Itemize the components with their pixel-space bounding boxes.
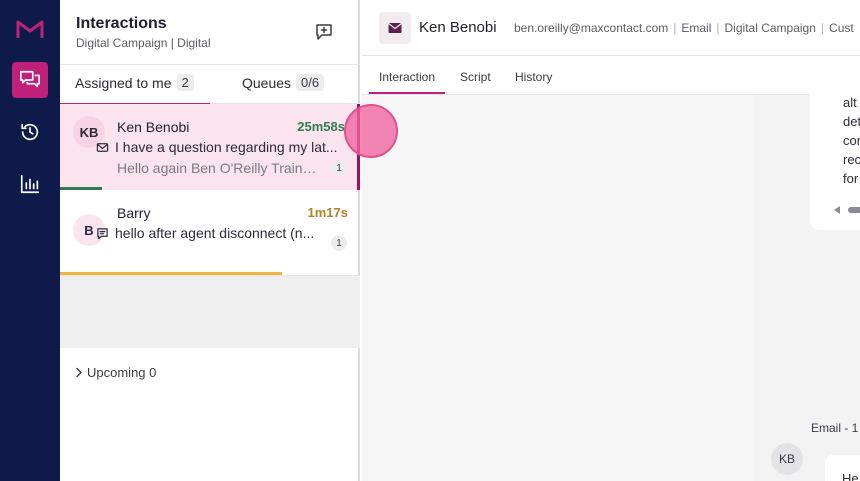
subject-line: hello after agent disconnect (n... [96,225,346,241]
interaction-item[interactable]: B Barry 1m17s hello after agent disconne… [60,190,360,276]
tab-label: Assigned to me [75,74,172,91]
contact-campaign: Digital Campaign [724,21,816,35]
message-text: cor [843,133,860,148]
interaction-tabs: Assigned to me 2 Queues 0/6 [60,64,360,105]
contact-name: Ken Benobi [419,19,497,36]
tab-interaction[interactable]: Interaction [379,70,435,84]
channel-badge [379,12,411,44]
sender-avatar: KB [771,443,803,475]
message-text: alt [843,95,857,110]
interaction-detail: Ken Benobi ben.oreilly@maxcontact.com | Em… [362,0,860,481]
message-text: det [843,114,860,129]
mail-icon [96,142,109,152]
play-icon[interactable] [834,206,840,214]
active-tab-indicator [369,92,445,94]
tab-script[interactable]: Script [460,70,491,84]
logo-icon [16,20,44,38]
contact-email: ben.oreilly@maxcontact.com [514,21,669,35]
panel-subtitle: Digital Campaign | Digital [76,36,211,50]
contact-channel: Email [681,21,712,35]
tab-queues[interactable]: Queues 0/6 [242,74,325,91]
interactions-panel: Interactions Digital Campaign | Digital … [60,0,360,481]
pointer-cursor [344,104,398,158]
tab-assigned-to-me[interactable]: Assigned to me 2 [75,74,194,91]
detail-tabs: Interaction Script History [362,56,860,95]
nav-interactions-button[interactable] [12,62,48,98]
tab-label: Queues [242,74,292,91]
unread-badge: 1 [331,235,347,251]
chat-icon [97,227,108,239]
empty-queue-area [60,276,360,348]
contact-header: Ken Benobi ben.oreilly@maxcontact.com | Em… [362,0,860,56]
subject-text: I have a question regarding my lat... [115,139,338,155]
new-message-icon[interactable] [314,22,334,42]
tab-history[interactable]: History [515,70,552,84]
contact-name: Ken Benobi [117,119,190,135]
sla-progress-bar [60,272,282,275]
subject-line: I have a question regarding my lat... [96,139,346,155]
interaction-item[interactable]: KB Ken Benobi 25m58s I have a question r… [60,104,360,190]
audio-scrubber[interactable] [848,207,860,213]
history-icon [21,123,39,141]
message-text: rec [843,152,860,167]
email-card-text: He [842,471,859,481]
subject-text: hello after agent disconnect (n... [115,225,315,241]
elapsed-time: 1m17s [307,205,348,220]
contact-extra: Cust [829,21,854,35]
bar-chart-icon [20,174,40,194]
upcoming-toggle[interactable]: Upcoming 0 [74,365,156,380]
interaction-workspace [362,95,754,481]
tab-count: 0/6 [296,74,325,91]
contact-meta: ben.oreilly@maxcontact.com | Email | Digital… [514,21,854,35]
contact-name: Barry [117,205,151,221]
upcoming-label: Upcoming 0 [87,365,157,380]
nav-history-button[interactable] [12,114,48,150]
nav-reports-button[interactable] [12,166,48,202]
elapsed-time: 25m58s [297,119,345,134]
email-label: Email - 1 [811,421,859,435]
message-preview: Hello again Ben O'Reilly Traini... [117,160,317,176]
nav-rail [0,0,60,481]
chat-bubbles-icon [20,70,40,88]
panel-title: Interactions [76,15,167,32]
chevron-right-icon [76,367,82,378]
message-text: for [843,171,859,186]
mail-icon [388,23,402,33]
unread-badge: 1 [331,160,347,176]
tab-count: 2 [176,74,194,91]
